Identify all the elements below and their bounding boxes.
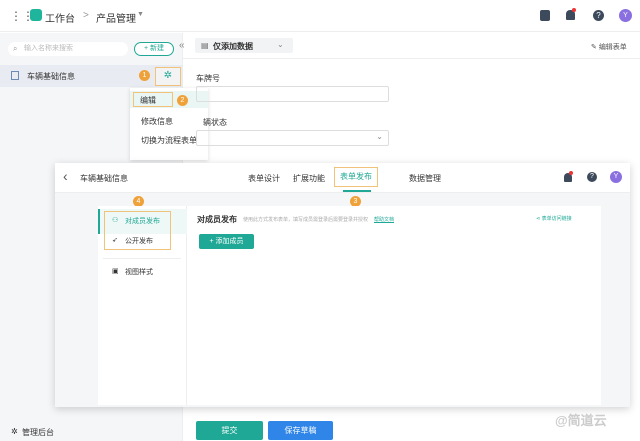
tab-form-design[interactable]: 表单设计 [248, 173, 280, 184]
side-item-public-publish[interactable]: 公开发布 [125, 236, 153, 246]
menu-item-switch-flow[interactable]: 切换为流程表单 [141, 135, 197, 146]
admin-link[interactable]: 管理后台 [22, 427, 54, 438]
share-link-label: 表单访问链接 [541, 216, 572, 222]
back-icon[interactable]: ‹ [63, 168, 68, 184]
collapse-icon[interactable]: « [179, 40, 185, 51]
edit-form-link[interactable]: ✎ 编辑表单 [591, 42, 627, 52]
bell-icon[interactable] [564, 171, 573, 182]
workbench-logo-icon [30, 9, 42, 21]
submit-button[interactable]: 提交 [196, 421, 263, 440]
new-button[interactable]: + 新建 [134, 42, 174, 56]
save-draft-button[interactable]: 保存草稿 [268, 421, 333, 440]
share-link[interactable]: ⋖ 表单访问链接 [536, 215, 572, 222]
section-title: 对成员发布 [197, 215, 237, 224]
view-select-label: 仅添加数据 [213, 42, 253, 51]
publish-card: ⚇ 对成员发布 ➶ 公开发布 ▣ 视图样式 对成员发布 使用此方式发布表单，填写… [98, 206, 601, 405]
view-style-icon: ▣ [112, 268, 119, 275]
help-doc-link[interactable]: 帮助文档 [374, 216, 394, 223]
avatar[interactable]: Y [610, 171, 622, 183]
workbench-link[interactable]: 工作台 [45, 10, 75, 25]
gear-icon[interactable]: ✲ [155, 67, 181, 86]
watermark: @简道云 [555, 413, 607, 428]
editor-header: ‹ 车辆基础信息 表单设计 扩展功能 表单发布 数据管理 ? Y [55, 163, 630, 193]
plate-input[interactable] [196, 86, 389, 102]
form-editor-panel: ‹ 车辆基础信息 表单设计 扩展功能 表单发布 数据管理 ? Y 3 4 ⚇ 对… [55, 163, 630, 407]
search-icon: ⌕ [13, 44, 18, 53]
tab-data-management[interactable]: 数据管理 [409, 173, 441, 184]
edit-form-label: 编辑表单 [598, 44, 627, 51]
send-icon: ➶ [112, 237, 118, 244]
bell-icon[interactable] [566, 8, 576, 20]
status-select[interactable]: ⌄ [196, 130, 389, 146]
tab-form-publish[interactable]: 表单发布 [334, 167, 378, 187]
side-item-view-style[interactable]: 视图样式 [125, 267, 153, 277]
field-label-status: 辆状态 [203, 118, 227, 127]
avatar[interactable]: Y [619, 9, 632, 22]
search-input[interactable]: 输入名称来搜索 [8, 42, 128, 56]
menu-item-modify[interactable]: 修改信息 [141, 116, 173, 127]
top-bar: ⋮⋮ 工作台 > 产品管理 ▼ ? Y [0, 0, 640, 32]
help-icon[interactable]: ? [587, 172, 597, 182]
sidebar-item-vehicle[interactable]: 车辆基础信息 1 ✲ [0, 65, 183, 87]
active-tab-underline [343, 190, 371, 192]
step-badge-2: 2 [177, 95, 188, 106]
form-title: 车辆基础信息 [80, 174, 128, 183]
section-desc: 使用此方式发布表单，填写成员需登录后需要登录并授权 [243, 217, 369, 223]
help-icon[interactable]: ? [593, 10, 604, 21]
breadcrumb-separator: > [83, 10, 89, 21]
step-badge-1: 1 [139, 70, 150, 81]
product-dropdown[interactable]: 产品管理 [96, 10, 136, 25]
side-item-member-publish[interactable]: 对成员发布 [125, 216, 160, 226]
tab-extensions[interactable]: 扩展功能 [293, 173, 325, 184]
member-icon: ⚇ [112, 217, 119, 224]
menu-item-edit[interactable]: 编辑 [133, 92, 173, 107]
view-select[interactable]: ▤ 仅添加数据 ⌄ [195, 38, 293, 53]
chevron-down-icon: ⌄ [277, 40, 284, 49]
add-member-button[interactable]: + 添加成员 [199, 234, 254, 249]
field-label-plate: 车牌号 [196, 74, 220, 83]
sidebar-item-label: 车辆基础信息 [27, 72, 75, 81]
book-icon[interactable] [540, 10, 550, 21]
chevron-down-icon[interactable]: ▼ [137, 11, 144, 18]
admin-gear-icon: ✲ [11, 427, 18, 436]
form-icon [11, 71, 19, 80]
